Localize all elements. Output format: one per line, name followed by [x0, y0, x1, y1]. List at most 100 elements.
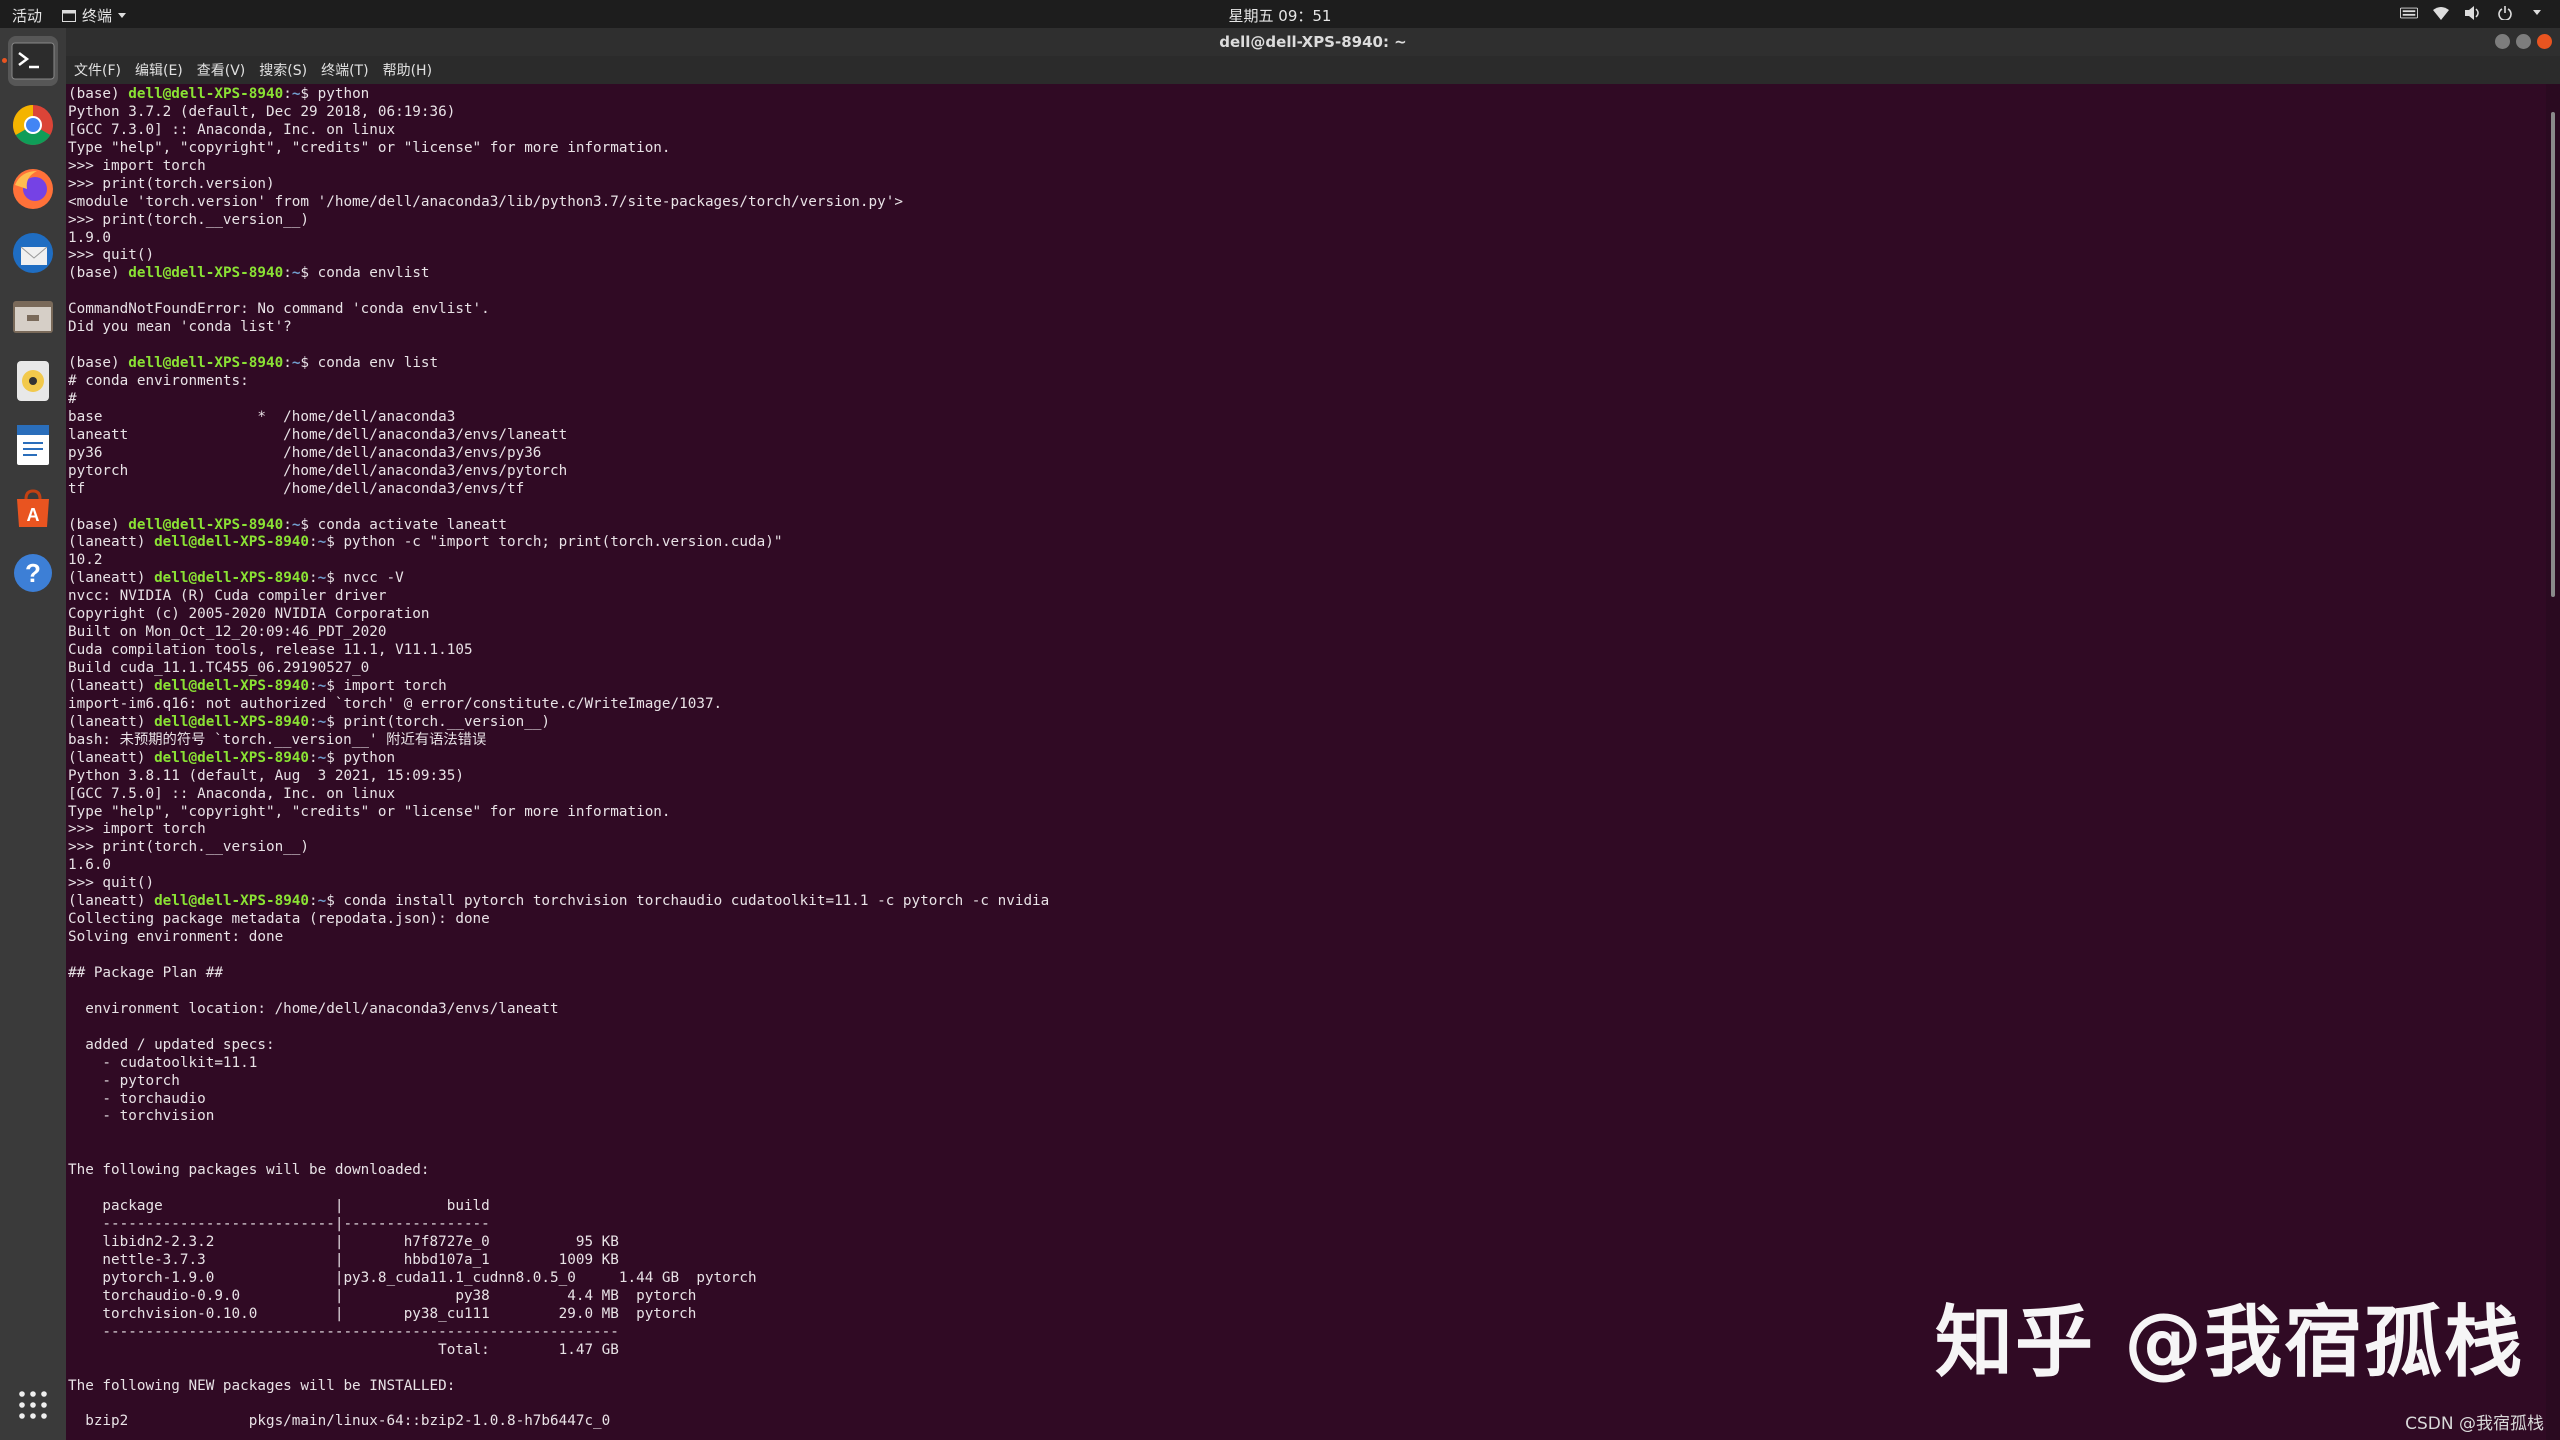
terminal-output-line: 10.2	[68, 552, 103, 569]
terminal-output[interactable]: (base) dell@dell-XPS-8940:~$ python Pytho…	[66, 84, 2546, 1440]
terminal-output-line: nvcc: NVIDIA (R) Cuda compiler driver	[68, 588, 387, 605]
system-tray[interactable]	[2400, 4, 2546, 22]
terminal-output-line: #	[68, 390, 77, 407]
terminal-output-line: torchvision-0.10.0 | py38_cu111 29.0 MB …	[68, 1305, 697, 1322]
terminal-output-line: bash: 未预期的符号 `torch.__version__' 附近有语法错误	[68, 731, 487, 748]
wifi-icon[interactable]	[2432, 4, 2450, 22]
terminal-output-line: py36 /home/dell/anaconda3/envs/py36	[68, 444, 542, 461]
menu-file[interactable]: 文件(F)	[68, 60, 127, 80]
firefox-icon	[13, 169, 53, 209]
prompt-host: dell@dell-XPS-8940	[154, 749, 310, 766]
prompt-text: :	[283, 86, 292, 102]
close-button[interactable]	[2537, 34, 2552, 49]
terminal-output-line: Collecting package metadata (repodata.js…	[68, 911, 490, 928]
terminal-output-line: >>> quit()	[68, 247, 155, 264]
clock[interactable]: 星期五 09：51	[1229, 7, 1332, 25]
terminal-output-line: Copyright (c) 2005-2020 NVIDIA Corporati…	[68, 606, 430, 623]
terminal-output-line: bzip2 pkgs/main/linux-64::bzip2-1.0.8-h7…	[68, 1413, 611, 1430]
terminal-output-line: ## Package Plan ##	[68, 964, 223, 981]
menu-search[interactable]: 搜索(S)	[253, 60, 313, 80]
prompt-text: (laneatt)	[68, 677, 155, 694]
terminal-output-line: Total: 1.47 GB	[68, 1341, 619, 1358]
power-icon[interactable]	[2496, 4, 2514, 22]
dock-rhythmbox[interactable]	[8, 356, 58, 406]
prompt-path: ~	[317, 677, 327, 694]
prompt-text: :	[309, 713, 318, 730]
files-icon	[13, 301, 53, 333]
terminal-output-line: 1.6.0	[68, 857, 112, 874]
terminal-output-line: pytorch-1.9.0 |py3.8_cuda11.1_cudnn8.0.5…	[68, 1269, 757, 1286]
terminal-output-line: >>> quit()	[68, 875, 155, 892]
prompt-text: (base)	[68, 265, 129, 282]
keyboard-icon[interactable]	[2400, 4, 2418, 22]
activities-button[interactable]: 活动	[12, 5, 42, 26]
dock-chrome[interactable]	[8, 100, 58, 150]
terminal-output-line: libidn2-2.3.2 | h7f8727e_0 95 KB	[68, 1234, 619, 1250]
prompt-text: :	[309, 570, 318, 587]
dock-software[interactable]: A	[8, 484, 58, 534]
menu-help[interactable]: 帮助(H)	[377, 60, 438, 80]
prompt-host: dell@dell-XPS-8940	[154, 570, 310, 587]
prompt-text: $ nvcc -V	[326, 570, 404, 587]
help-icon: ?	[14, 554, 52, 592]
terminal-output-line: base * /home/dell/anaconda3	[68, 408, 456, 425]
maximize-button[interactable]	[2516, 34, 2531, 49]
prompt-text: :	[309, 893, 318, 910]
menu-terminal[interactable]: 终端(T)	[315, 60, 374, 80]
prompt-text: (laneatt)	[68, 893, 155, 910]
terminal-prompt-line: (base) dell@dell-XPS-8940:~$ conda envli…	[68, 265, 1049, 283]
prompt-host: dell@dell-XPS-8940	[128, 355, 284, 372]
prompt-text: $ conda envlist	[300, 265, 430, 282]
prompt-text: (base)	[68, 86, 129, 102]
menu-edit[interactable]: 编辑(E)	[129, 60, 189, 80]
title-bar[interactable]: dell@dell-XPS-8940: ~	[66, 28, 2560, 56]
terminal-prompt-line: (base) dell@dell-XPS-8940:~$ python	[68, 86, 1049, 104]
terminal-output-line: 1.9.0	[68, 229, 112, 246]
chevron-down-icon[interactable]	[2528, 4, 2546, 22]
prompt-host: dell@dell-XPS-8940	[128, 516, 284, 533]
prompt-text: (base)	[68, 355, 129, 372]
zhihu-watermark: 知乎 @我宿孤栈	[1935, 1298, 2525, 1388]
terminal-output-line: torchaudio-0.9.0 | py38 4.4 MB pytorch	[68, 1287, 697, 1304]
scrollbar-thumb[interactable]	[2551, 112, 2555, 597]
prompt-host: dell@dell-XPS-8940	[154, 677, 310, 694]
prompt-text: (laneatt)	[68, 749, 155, 766]
terminal-output-line: Solving environment: done	[68, 929, 284, 946]
terminal-output-line: # conda environments:	[68, 373, 249, 389]
terminal-output-line: >>> print(torch.__version__)	[68, 839, 310, 856]
top-bar: 活动 终端 星期五 09：51	[0, 0, 2560, 28]
scrollbar[interactable]	[2546, 84, 2560, 1440]
prompt-path: ~	[317, 893, 327, 910]
terminal-output-line: [GCC 7.5.0] :: Anaconda, Inc. on linux	[68, 785, 396, 802]
writer-icon	[17, 425, 49, 465]
show-applications-button[interactable]	[8, 1380, 58, 1430]
svg-text:?: ?	[25, 558, 41, 588]
terminal-window: dell@dell-XPS-8940: ~ 文件(F) 编辑(E) 查看(V) …	[66, 28, 2560, 1440]
prompt-text: $ python -c "import torch; print(torch.v…	[326, 534, 783, 551]
prompt-text: :	[283, 516, 292, 533]
dock-writer[interactable]	[8, 420, 58, 470]
menu-view[interactable]: 查看(V)	[191, 60, 252, 80]
chevron-down-icon	[118, 12, 127, 18]
app-menu[interactable]: 终端	[62, 5, 127, 26]
volume-icon[interactable]	[2464, 4, 2482, 22]
dock-firefox[interactable]	[8, 164, 58, 214]
dock-thunderbird[interactable]	[8, 228, 58, 278]
terminal-output-line: - cudatoolkit=11.1	[68, 1054, 258, 1071]
terminal-output-line: Python 3.8.11 (default, Aug 3 2021, 15:0…	[68, 767, 464, 784]
terminal-output-line: Build cuda_11.1.TC455_06.29190527_0	[68, 660, 370, 676]
terminal-output-line: >>> print(torch.__version__)	[68, 211, 310, 228]
terminal-output-line: tf /home/dell/anaconda3/envs/tf	[68, 480, 525, 497]
prompt-text: (laneatt)	[68, 713, 155, 730]
dock-files[interactable]	[8, 292, 58, 342]
dock-help[interactable]: ?	[8, 548, 58, 598]
prompt-text: (laneatt)	[68, 570, 155, 587]
dock-terminal[interactable]	[8, 36, 58, 86]
minimize-button[interactable]	[2495, 34, 2510, 49]
prompt-text: $ conda env list	[300, 355, 439, 372]
terminal-lines: (base) dell@dell-XPS-8940:~$ python Pytho…	[68, 86, 1049, 1431]
terminal-output-line: - pytorch	[68, 1072, 180, 1089]
apps-grid-icon	[19, 1391, 47, 1419]
